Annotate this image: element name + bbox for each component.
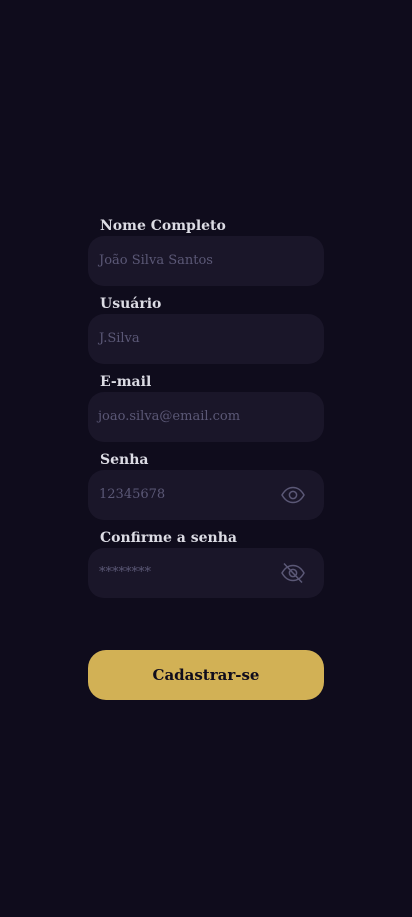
full-name-value: João Silva Santos bbox=[99, 253, 213, 268]
password-label: Senha bbox=[100, 452, 149, 468]
email-label: E-mail bbox=[100, 374, 152, 390]
email-value: joao.silva@email.com bbox=[98, 409, 241, 424]
email-field-group: E-mail joao.silva@email.com bbox=[88, 372, 324, 450]
username-value: J.Silva bbox=[99, 331, 140, 346]
password-input[interactable]: 12345678 bbox=[88, 470, 324, 520]
confirm-password-field-group: Confirme a senha ******** bbox=[88, 528, 324, 606]
full-name-field-group: Nome Completo João Silva Santos bbox=[88, 216, 324, 294]
password-value: 12345678 bbox=[99, 487, 166, 502]
username-field-group: Usuário J.Silva bbox=[88, 294, 324, 372]
confirm-password-value: ******** bbox=[99, 565, 151, 580]
full-name-input[interactable]: João Silva Santos bbox=[88, 236, 324, 286]
full-name-label: Nome Completo bbox=[100, 218, 226, 234]
confirm-password-label: Confirme a senha bbox=[100, 530, 237, 546]
confirm-password-input[interactable]: ******** bbox=[88, 548, 324, 598]
username-input[interactable]: J.Silva bbox=[88, 314, 324, 364]
signup-button[interactable]: Cadastrar-se bbox=[88, 650, 324, 700]
eye-icon[interactable] bbox=[280, 483, 306, 507]
username-label: Usuário bbox=[100, 296, 162, 312]
eye-off-icon[interactable] bbox=[280, 561, 306, 585]
email-input[interactable]: joao.silva@email.com bbox=[88, 392, 324, 442]
password-field-group: Senha 12345678 bbox=[88, 450, 324, 528]
signup-form: Nome Completo João Silva Santos Usuário … bbox=[88, 216, 324, 606]
